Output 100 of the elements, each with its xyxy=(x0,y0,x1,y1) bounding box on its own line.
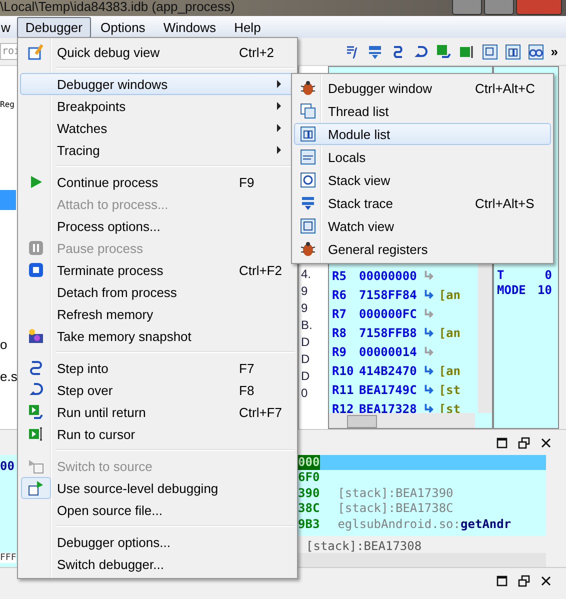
window-icon xyxy=(300,218,316,234)
close-icon[interactable] xyxy=(540,436,552,448)
menu-item[interactable]: Open source file... xyxy=(20,499,295,521)
listing-text: B. xyxy=(301,318,314,333)
menu-item[interactable]: Step into F7 xyxy=(20,357,295,379)
menu-bar-item[interactable]: Options xyxy=(92,16,154,38)
menu-item[interactable]: Step over F8 xyxy=(20,379,295,401)
maximize-icon[interactable] xyxy=(496,574,508,586)
stack-row[interactable]: 9B3 eglsubAndroid.so:getAndr xyxy=(298,516,546,532)
stack-row[interactable]: 6F0 xyxy=(298,470,546,486)
window-pencil-icon xyxy=(28,44,44,60)
listing-text: D xyxy=(301,369,311,384)
menu-item[interactable]: Quick debug view Ctrl+2 xyxy=(20,41,295,63)
selected-stack-row[interactable]: 000 xyxy=(298,455,546,470)
menu-item[interactable]: Terminate process Ctrl+F2 xyxy=(20,259,295,281)
list-arrow-icon[interactable] xyxy=(366,44,383,60)
jump-arrow-icon[interactable] xyxy=(422,365,434,376)
menu-bar-item[interactable]: Debugger xyxy=(17,16,90,38)
register-reference: [an xyxy=(438,326,460,340)
hex-value: 00 xyxy=(0,459,14,473)
menu-item[interactable]: Refresh memory xyxy=(20,303,295,325)
menu-item[interactable]: Debugger window Ctrl+Alt+C xyxy=(294,77,551,99)
menu-item[interactable]: Module list xyxy=(294,123,551,145)
horizontal-scrollbar[interactable] xyxy=(298,553,546,567)
stack-row[interactable]: 390 [stack]:BEA17390 xyxy=(298,486,546,502)
menu-item[interactable]: Process options... xyxy=(20,215,295,237)
menu-item[interactable]: Detach from process xyxy=(20,281,295,303)
register-value: 00000014 xyxy=(359,344,417,358)
restore-icon[interactable] xyxy=(518,574,530,586)
menu-item[interactable]: General registers xyxy=(294,238,551,260)
close-button[interactable] xyxy=(516,0,562,15)
glasses-icon[interactable] xyxy=(528,44,544,60)
window-icon xyxy=(300,149,316,165)
module-icon xyxy=(300,126,316,142)
jump-arrow-icon[interactable] xyxy=(422,289,434,300)
stack-row[interactable]: 38C [stack]:BEA1738C xyxy=(298,501,546,517)
menu-item[interactable]: Run to cursor xyxy=(20,423,295,445)
submenu-arrow-icon xyxy=(276,102,282,110)
register-reference: [an xyxy=(438,288,460,302)
jump-arrow-icon[interactable] xyxy=(422,403,434,414)
step-over-icon[interactable] xyxy=(412,44,429,60)
list-text: e.s xyxy=(0,369,18,384)
menu-item[interactable]: Stack view xyxy=(294,169,551,191)
menu-item[interactable]: Watches xyxy=(20,117,295,139)
register-name: R11 xyxy=(332,382,355,396)
flag-name: T xyxy=(497,268,504,282)
panel-icon[interactable] xyxy=(504,44,521,60)
run-to-cursor-icon xyxy=(28,426,44,442)
close-icon[interactable] xyxy=(540,574,552,586)
register-value: BEA17328 xyxy=(359,402,417,416)
listing-text: 4. xyxy=(301,267,312,282)
menu-item[interactable]: Take memory snapshot xyxy=(20,325,295,347)
restore-icon[interactable] xyxy=(518,436,530,448)
bug-icon xyxy=(300,80,316,96)
tab[interactable]: Reg xyxy=(0,100,14,109)
window-title: \Local\Temp\ida84383.idb (app_process) xyxy=(0,0,235,14)
menu-item[interactable]: Thread list xyxy=(294,100,551,122)
maximize-icon[interactable] xyxy=(496,436,508,448)
list-window-icon xyxy=(300,103,316,119)
minimize-button[interactable] xyxy=(452,0,482,15)
listing-text: 9 xyxy=(301,301,309,316)
run-to-cursor-icon[interactable] xyxy=(458,44,475,60)
register-value: BEA1749C xyxy=(359,382,417,396)
submenu-arrow-icon xyxy=(276,124,282,132)
run-until-return-icon xyxy=(28,404,44,420)
jump-arrow-icon[interactable] xyxy=(422,327,434,338)
source-debug-icon xyxy=(28,480,44,496)
flag-name: MODE xyxy=(497,283,526,297)
menu-item[interactable]: Breakpoints xyxy=(20,95,295,117)
menu-bar-item[interactable]: w xyxy=(0,16,16,38)
menu-item[interactable]: Switch debugger... xyxy=(20,553,295,575)
menu-item[interactable]: Locals xyxy=(294,146,551,168)
run-until-return-icon[interactable] xyxy=(436,44,452,60)
menu-item[interactable]: Use source-level debugging xyxy=(20,477,295,499)
horizontal-scrollbar[interactable] xyxy=(329,413,475,428)
maximize-button[interactable] xyxy=(484,0,514,15)
pause-icon xyxy=(28,240,44,256)
menu-item[interactable]: Stack trace Ctrl+Alt+S xyxy=(294,192,551,214)
jump-arrow-icon[interactable] xyxy=(422,384,434,395)
menu-bar-item[interactable]: Windows xyxy=(155,16,224,38)
register-reference: [st xyxy=(438,382,460,396)
bug-icon xyxy=(300,241,316,257)
menu-item[interactable]: Tracing xyxy=(20,139,295,161)
toolbar-overflow-button[interactable]: » xyxy=(550,44,558,59)
windows-icon[interactable] xyxy=(482,44,498,60)
listing-text: D xyxy=(301,335,311,350)
play-icon xyxy=(28,174,44,190)
menu-item[interactable]: Continue process F9 xyxy=(20,171,295,193)
menu-item[interactable]: Run until return Ctrl+F7 xyxy=(20,401,295,423)
source-icon xyxy=(28,458,44,474)
listing-text: D xyxy=(301,352,311,367)
menu-item[interactable]: Watch view xyxy=(294,215,551,237)
listing-text: 9 xyxy=(301,284,309,299)
flag-value: 10 xyxy=(538,283,552,297)
register-name: R8 xyxy=(332,326,348,340)
menu-bar-item[interactable]: Help xyxy=(226,16,269,38)
menu-item[interactable]: Debugger options... xyxy=(20,531,295,553)
submenu-arrow-icon xyxy=(276,80,282,88)
step-into-icon xyxy=(28,360,44,376)
step-over-icon xyxy=(28,382,44,398)
